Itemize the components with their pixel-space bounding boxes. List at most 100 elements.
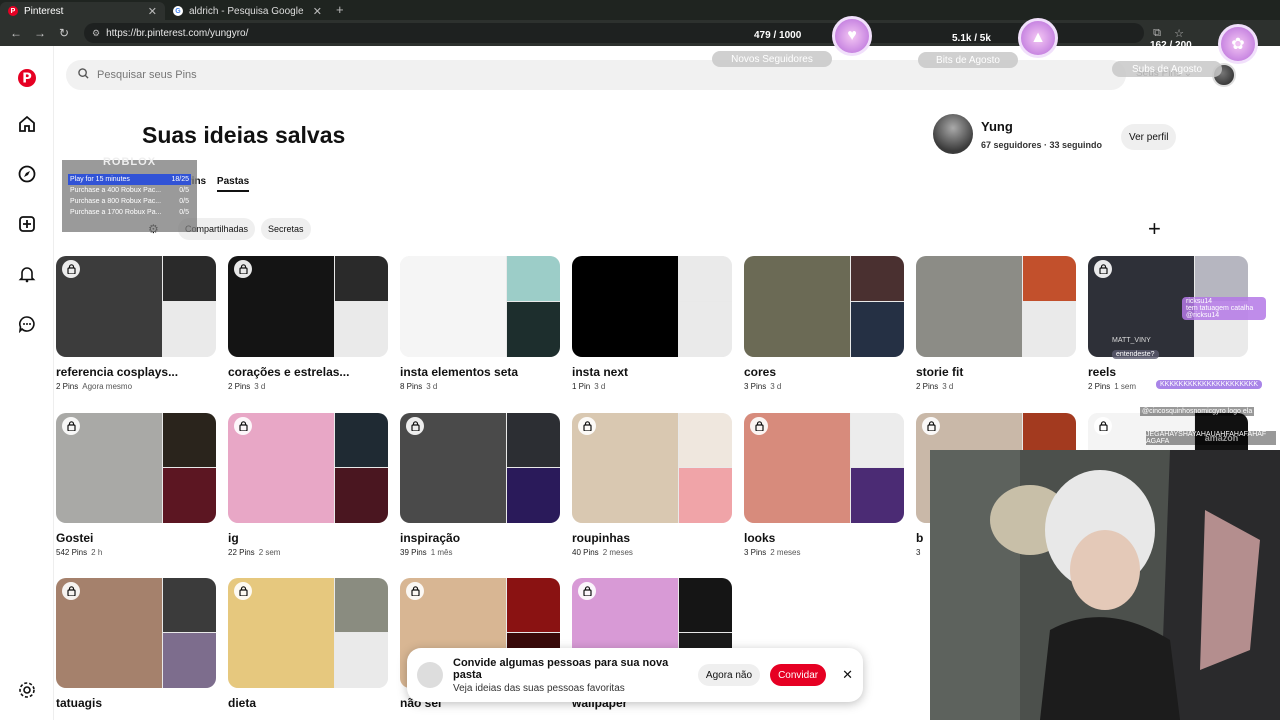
- board-name: insta next: [572, 365, 629, 379]
- board-card[interactable]: Gostei 542 Pins 2 h: [56, 413, 216, 557]
- board-card[interactable]: roupinhas 40 Pins 2 meses: [572, 413, 732, 557]
- board-meta: 40 Pins 2 meses: [572, 548, 732, 557]
- lock-icon: [234, 260, 252, 278]
- board-pin-count: 2 Pins: [916, 382, 939, 391]
- browser-tab-google[interactable]: G aldrich - Pesquisa Google ✕: [165, 2, 330, 20]
- notifications-bell-icon[interactable]: [15, 262, 39, 286]
- url-text: https://br.pinterest.com/yungyro/: [106, 27, 249, 39]
- close-icon[interactable]: ✕: [842, 667, 853, 683]
- chat-message: entendeste?: [1112, 350, 1159, 359]
- board-cover[interactable]: [744, 256, 904, 357]
- home-icon[interactable]: [15, 112, 39, 136]
- goal-bits-count: 5.1k / 5k: [952, 33, 991, 44]
- board-cover-image: [400, 256, 506, 357]
- board-cover-image: [507, 468, 560, 523]
- settings-gear-icon[interactable]: [15, 678, 39, 702]
- board-updated: 2 meses: [770, 548, 801, 557]
- board-card[interactable]: looks 3 Pins 2 meses: [744, 413, 904, 557]
- close-tab-icon[interactable]: ✕: [148, 5, 157, 18]
- pinterest-favicon-icon: P: [8, 6, 18, 16]
- board-cover[interactable]: [400, 413, 560, 523]
- board-cover-image: [335, 302, 388, 357]
- tab-title: Pinterest: [24, 5, 64, 17]
- board-meta: 2 Pins 3 d: [916, 382, 1076, 391]
- board-card[interactable]: referencia cosplays... 2 Pins Agora mesmo: [56, 256, 216, 391]
- board-cover[interactable]: [228, 256, 388, 357]
- board-cover[interactable]: [228, 413, 388, 523]
- profile-avatar[interactable]: [933, 114, 973, 154]
- pinterest-logo-icon[interactable]: P: [15, 66, 39, 90]
- board-pin-count: 3: [916, 548, 921, 557]
- board-card[interactable]: insta elementos seta 8 Pins 3 d: [400, 256, 560, 391]
- board-card[interactable]: inspiração 39 Pins 1 mês: [400, 413, 560, 557]
- chat-message: KKKKKKKKKKKKKKKKKKKKK: [1156, 380, 1263, 389]
- profile-stats[interactable]: 67 seguidores · 33 seguindo: [981, 140, 1102, 150]
- extensions-icon[interactable]: ⧉: [1148, 27, 1166, 40]
- board-card[interactable]: insta next 1 Pin 3 d: [572, 256, 732, 391]
- board-cover-image: [851, 256, 904, 301]
- board-pin-count: 3 Pins: [744, 382, 767, 391]
- board-pin-count: 2 Pins: [1088, 382, 1111, 391]
- board-meta: 2 Pins Agora mesmo: [56, 382, 216, 391]
- close-tab-icon[interactable]: ✕: [313, 5, 322, 18]
- board-card[interactable]: corações e estrelas... 2 Pins 3 d: [228, 256, 388, 391]
- toast-title: Convide algumas pessoas para sua nova pa…: [453, 656, 669, 681]
- profile-summary: Yung 67 seguidores · 33 seguindo: [933, 114, 1102, 154]
- board-updated: 2 meses: [602, 548, 633, 557]
- filter-secretas[interactable]: Secretas: [261, 218, 311, 240]
- chat-message: JEGAHAYSHAYAHAUAHFAHAFAHAF AGAFA: [1146, 431, 1276, 445]
- messages-icon[interactable]: [15, 312, 39, 336]
- profile-name[interactable]: Yung: [981, 119, 1102, 134]
- board-cover[interactable]: [744, 413, 904, 523]
- create-board-plus-icon[interactable]: +: [1148, 218, 1161, 240]
- view-profile-button[interactable]: Ver perfil: [1121, 124, 1177, 150]
- board-cover-image: [679, 468, 732, 523]
- board-cover[interactable]: [400, 256, 560, 357]
- board-cover[interactable]: [572, 413, 732, 523]
- page-title: Suas ideias salvas: [142, 122, 346, 148]
- board-cover[interactable]: [916, 256, 1076, 357]
- board-name: inspiração: [400, 531, 461, 545]
- bits-triangle-icon: ▲: [1018, 18, 1058, 58]
- board-cover[interactable]: [228, 578, 388, 688]
- back-arrow-icon[interactable]: ←: [6, 26, 26, 40]
- create-plus-icon[interactable]: [15, 212, 39, 236]
- board-cover-image: [851, 302, 904, 357]
- board-cover[interactable]: [56, 413, 216, 523]
- forward-arrow-icon[interactable]: →: [30, 26, 50, 40]
- lock-icon: [62, 260, 80, 278]
- not-now-button[interactable]: Agora não: [697, 664, 761, 686]
- address-toolbar: ← → ↻ ⚙ https://br.pinterest.com/yungyro…: [0, 20, 1280, 46]
- search-input[interactable]: Pesquisar seus Pins: [97, 69, 197, 81]
- bookmark-star-icon[interactable]: ☆: [1170, 27, 1188, 40]
- board-card[interactable]: tatuagis: [56, 578, 216, 710]
- board-card[interactable]: storie fit 2 Pins 3 d: [916, 256, 1076, 391]
- board-cover-image: [335, 468, 388, 523]
- browser-tab-pinterest[interactable]: P Pinterest ✕: [0, 2, 165, 20]
- board-cover[interactable]: [56, 578, 216, 688]
- flower-icon: ✿: [1218, 24, 1258, 64]
- board-name: insta elementos seta: [400, 365, 519, 379]
- browser-tab-strip: P Pinterest ✕ G aldrich - Pesquisa Googl…: [0, 0, 1280, 20]
- tab-pastas[interactable]: Pastas: [216, 176, 250, 192]
- board-cover[interactable]: [572, 256, 732, 357]
- widget-row: Play for 15 minutes 18/25: [68, 174, 191, 185]
- lock-icon: [578, 582, 596, 600]
- site-info-icon[interactable]: ⚙: [92, 28, 100, 39]
- board-name: storie fit: [916, 365, 964, 379]
- invite-people-icon: [417, 662, 443, 688]
- explore-compass-icon[interactable]: [15, 162, 39, 186]
- new-tab-button[interactable]: +: [330, 2, 350, 20]
- invite-button[interactable]: Convidar: [770, 664, 827, 686]
- board-pin-count: 2 Pins: [228, 382, 251, 391]
- reload-icon[interactable]: ↻: [54, 26, 74, 40]
- board-cover-image: [679, 302, 732, 357]
- board-card[interactable]: dieta: [228, 578, 388, 710]
- svg-text:P: P: [22, 72, 32, 87]
- board-card[interactable]: ig 22 Pins 2 sem: [228, 413, 388, 557]
- board-cover[interactable]: [56, 256, 216, 357]
- board-pin-count: 1 Pin: [572, 382, 591, 391]
- board-card[interactable]: cores 3 Pins 3 d: [744, 256, 904, 391]
- widget-row: Purchase a 800 Robux Pac... 0/5: [70, 198, 189, 205]
- board-cover-image: [163, 468, 216, 523]
